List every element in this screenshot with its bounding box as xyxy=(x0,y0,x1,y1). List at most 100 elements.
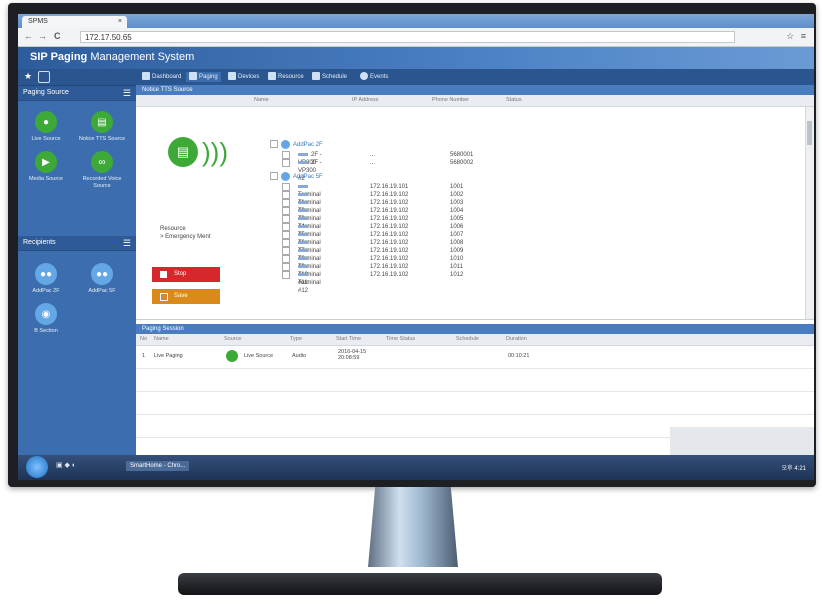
browser-tab-title: SPMS xyxy=(28,18,48,25)
column-phone: Phone Number xyxy=(432,97,469,103)
empty-row xyxy=(136,392,814,415)
checkbox[interactable] xyxy=(282,151,290,159)
tree-device-row[interactable]: Terminal #1172.16.19.1011001 xyxy=(282,183,463,206)
reload-icon[interactable]: C xyxy=(54,31,61,41)
tree-device-row[interactable]: Terminal #10172.16.19.1021010 xyxy=(282,255,463,278)
tree-device-row[interactable]: Terminal #8172.16.19.1021008 xyxy=(282,239,463,262)
checkbox[interactable] xyxy=(270,172,278,181)
device-icon xyxy=(298,160,308,164)
tree-group[interactable]: AddPac 2F xyxy=(270,139,323,151)
tree-device-row[interactable]: Terminal #5172.16.19.1021005 xyxy=(282,215,463,238)
tab-resource[interactable]: Resource xyxy=(268,72,304,82)
recipient-b-section[interactable]: ◉ B Section xyxy=(18,303,74,335)
checkbox[interactable] xyxy=(270,140,278,149)
device-icon xyxy=(298,152,308,156)
microphone-icon: ● xyxy=(35,111,57,133)
location-pin-icon: ◉ xyxy=(35,303,57,325)
recipient-addpac-2f[interactable]: ●● AddPac 2F xyxy=(18,263,74,295)
tree-device-row[interactable]: Terminal #12 172.16.19.102 1012 xyxy=(282,271,463,294)
taskbar-app-button[interactable]: SmartHome - Chro... xyxy=(126,461,190,471)
tree-device-row[interactable]: 2F - VP300 #2... 5680002 xyxy=(282,159,473,182)
column-type: Type xyxy=(290,336,302,342)
monitor-stand-base xyxy=(178,573,662,595)
device-name-text: Terminal #12 xyxy=(298,280,321,294)
tree-device-row[interactable]: Terminal #7172.16.19.1021007 xyxy=(282,231,463,254)
browser-menu-icons[interactable]: ☆ ≡ xyxy=(786,31,808,42)
menu-icon[interactable]: ☰ xyxy=(123,86,131,100)
tree-device-row[interactable]: 2F - VP300...5680001 xyxy=(282,151,473,166)
source-recorded-voice[interactable]: ∞ Recorded Voice Source xyxy=(74,151,130,190)
checkbox[interactable] xyxy=(282,215,290,223)
recipient-addpac-5f[interactable]: ●● AddPac 5F xyxy=(74,263,130,295)
table-row[interactable]: 1 Live Paging Live Source Audio 2016-04-… xyxy=(136,346,814,369)
tree-device-row[interactable]: Terminal #4172.16.19.1021004 xyxy=(282,207,463,230)
column-no: No xyxy=(140,336,148,342)
tree-device-row[interactable]: Terminal #3172.16.19.1021003 xyxy=(282,199,463,222)
tab-events[interactable]: Events xyxy=(360,72,388,82)
row-start-time: 2016-04-15 20:08:59 xyxy=(338,349,366,361)
column-schedule: Schedule xyxy=(456,336,479,342)
tab-label: Paging xyxy=(199,74,218,80)
tts-panel-body: ▤ ))) Resource > Emergency Ment Stop Sav… xyxy=(136,107,814,320)
checkbox[interactable] xyxy=(282,231,290,239)
column-name: Name xyxy=(254,97,269,103)
resource-info: Resource > Emergency Ment xyxy=(160,225,211,241)
settings-icon[interactable] xyxy=(38,71,50,83)
back-arrow-icon[interactable]: ← xyxy=(24,31,33,41)
tree-device-row[interactable]: Terminal #11 172.16.19.102 1011 xyxy=(282,263,463,286)
calendar-icon xyxy=(312,72,320,81)
resource-icon xyxy=(268,72,276,81)
start-button[interactable] xyxy=(26,456,48,478)
tree-device-row[interactable]: Terminal #2172.16.19.1021002 xyxy=(282,191,463,214)
source-media[interactable]: ▶ Media Source xyxy=(18,151,74,190)
row-type: Audio xyxy=(292,353,307,359)
tab-schedule[interactable]: Schedule xyxy=(312,72,347,82)
checkbox[interactable] xyxy=(282,207,290,215)
checkbox[interactable] xyxy=(282,247,290,255)
browser-tab[interactable]: SPMS × xyxy=(22,16,127,28)
checkbox[interactable] xyxy=(282,159,290,167)
tree-device-row[interactable]: Terminal #6172.16.19.1021006 xyxy=(282,223,463,246)
tab-devices[interactable]: Devices xyxy=(228,72,259,82)
star-icon[interactable]: ★ xyxy=(24,71,32,82)
checkbox[interactable] xyxy=(282,183,290,191)
device-ip: 172.16.19.102 xyxy=(370,264,409,270)
tree-group[interactable]: AddPac 5F xyxy=(270,171,323,183)
group1-rows: 2F - VP300...56800012F - VP300 #2...5680… xyxy=(270,151,473,182)
tree-device-row[interactable]: Terminal #9172.16.19.1021009 xyxy=(282,247,463,270)
forward-arrow-icon[interactable]: → xyxy=(38,31,47,41)
tab-dashboard[interactable]: Dashboard xyxy=(142,72,181,82)
save-label: Save xyxy=(174,293,188,299)
device-phone: 1007 xyxy=(450,232,464,238)
device-icon xyxy=(298,224,308,228)
session-column-header: No Name Source Type Start Time Time Stat… xyxy=(136,334,814,346)
checkbox[interactable] xyxy=(282,199,290,207)
scrollbar-thumb[interactable] xyxy=(807,121,812,145)
url-input[interactable]: 172.17.50.65 xyxy=(80,31,735,43)
checkbox[interactable] xyxy=(282,255,290,263)
checkbox[interactable] xyxy=(282,263,290,271)
device-icon xyxy=(298,256,308,260)
device-phone: 5680002 xyxy=(450,160,474,166)
taskbar-quicklaunch-icons[interactable]: ▣ ◆ ◐ xyxy=(56,461,76,469)
source-live[interactable]: ● Live Source xyxy=(18,111,74,143)
device-icon xyxy=(298,240,308,244)
device-icon xyxy=(298,184,308,188)
menu-icon[interactable]: ☰ xyxy=(123,236,131,250)
device-ip: 172.16.19.102 xyxy=(370,192,409,198)
stop-icon xyxy=(160,271,167,278)
session-panel-header: Paging Session xyxy=(136,324,814,334)
close-icon[interactable]: × xyxy=(118,16,122,28)
checkbox[interactable] xyxy=(282,271,290,279)
device-phone: 1001 xyxy=(450,184,464,190)
tab-paging[interactable]: Paging xyxy=(186,72,221,82)
checkbox[interactable] xyxy=(282,223,290,231)
group-name: AddPac 2F xyxy=(293,142,323,148)
source-notice-tts[interactable]: ▤ Notice TTS Source xyxy=(74,111,130,143)
checkbox[interactable] xyxy=(282,239,290,247)
save-button[interactable]: Save xyxy=(152,289,220,304)
group-icon: ●● xyxy=(91,263,113,285)
checkbox[interactable] xyxy=(282,191,290,199)
vertical-scrollbar[interactable] xyxy=(805,107,814,319)
stop-button[interactable]: Stop xyxy=(152,267,220,282)
